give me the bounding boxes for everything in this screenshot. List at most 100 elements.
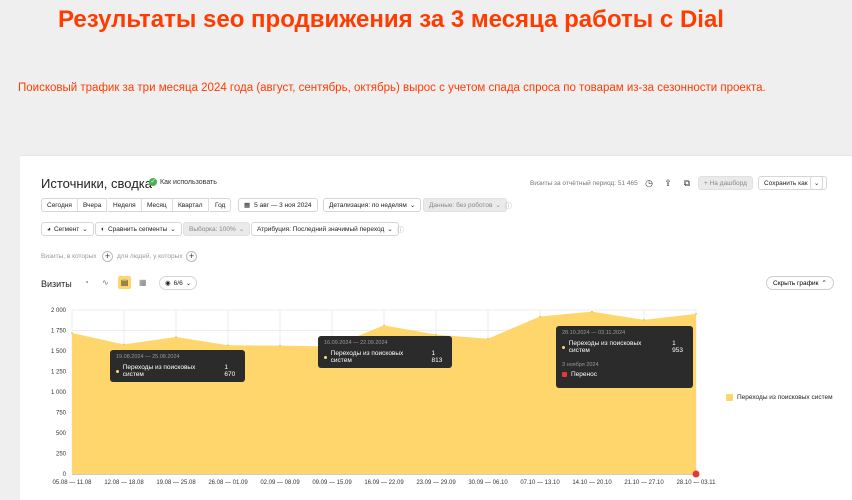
data-point xyxy=(643,319,645,321)
period-year[interactable]: Год xyxy=(210,198,232,212)
data-point xyxy=(591,310,593,313)
x-tick-label: 30.09 — 06.10 xyxy=(468,480,508,486)
data-point xyxy=(279,344,281,347)
howto-link[interactable]: ✓ Как использовать xyxy=(149,178,217,186)
pie-icon: ◕ xyxy=(47,225,51,233)
palette-icon: ◉ xyxy=(165,280,171,287)
data-point xyxy=(695,313,697,315)
robots-dropdown[interactable]: Данные: без роботов ⌄ xyxy=(423,198,507,212)
save-as-label: Сохранить как xyxy=(764,179,808,187)
annotation-marker-icon xyxy=(562,372,567,377)
pie-chart-toggle-icon[interactable]: ◔ xyxy=(84,278,89,287)
series-bullet xyxy=(324,355,327,359)
compare-segments-button[interactable]: ◐ Сравнить сегменты ⌄ xyxy=(95,222,182,236)
clock-icon[interactable]: ◷ xyxy=(642,176,656,190)
metrica-report-card: Источники, сводка ✓ Как использовать Виз… xyxy=(20,155,852,500)
tooltip-note-label: Перенос xyxy=(571,371,597,378)
chevron-down-icon: ⌄ xyxy=(238,226,245,233)
data-point xyxy=(383,324,385,327)
y-tick-label: 1 750 xyxy=(51,329,67,335)
robots-label: Данные: без роботов xyxy=(429,201,493,209)
line-chart-toggle-icon[interactable]: ∿ xyxy=(102,278,109,287)
period-yesterday[interactable]: Вчера xyxy=(78,198,108,212)
data-point xyxy=(71,332,73,334)
data-point xyxy=(123,343,125,346)
x-tick-label: 16.09 — 22.09 xyxy=(364,480,404,486)
add-visit-filter-button[interactable]: + xyxy=(102,251,113,262)
attribution-label: Атрибуция: Последний значимый переход xyxy=(257,225,385,233)
sample-label: Выборка: 100% xyxy=(189,225,236,233)
series-count-button[interactable]: ◉ 6/6 ⌄ xyxy=(159,276,198,290)
export-icon[interactable]: ⇪ xyxy=(661,176,675,190)
tooltip-week-3: 19.08.2024 — 25.08.2024 Переходы из поис… xyxy=(110,350,245,382)
chart-legend[interactable]: Переходы из поисковых систем xyxy=(726,394,833,401)
x-tick-label: 19.08 — 25.08 xyxy=(156,480,196,486)
table-chart-toggle-icon[interactable]: ▦ xyxy=(139,278,147,287)
share-icon-placeholder xyxy=(680,176,694,190)
compare-label: Сравнить сегменты xyxy=(107,225,168,233)
chevron-up-icon: ⌃ xyxy=(821,280,827,287)
legend-label: Переходы из поисковых систем xyxy=(737,394,833,401)
visits-meta: Визиты за отчётный период: 51 465 xyxy=(530,180,638,187)
info-icon[interactable]: ⓘ xyxy=(397,225,404,235)
data-point xyxy=(175,336,177,338)
metric-title: Визиты xyxy=(41,279,72,289)
visits-filter-label: Визиты, в которых xyxy=(41,253,97,260)
area-chart-toggle-icon[interactable]: ▤ xyxy=(118,276,131,289)
sample-dropdown[interactable]: Выборка: 100% ⌄ xyxy=(183,222,251,236)
tooltip-value: 1 813 xyxy=(431,350,443,364)
x-tick-label: 14.10 — 20.10 xyxy=(572,480,612,486)
hide-chart-button[interactable]: Скрыть график ⌃ xyxy=(766,276,834,290)
period-today[interactable]: Сегодня xyxy=(41,198,78,212)
period-quarter[interactable]: Квартал xyxy=(173,198,209,212)
calendar-icon: ▦ xyxy=(244,202,251,209)
segment-label: Сегмент xyxy=(53,225,80,233)
attribution-dropdown[interactable]: Атрибуция: Последний значимый переход ⌄ xyxy=(251,222,399,236)
x-tick-label: 07.10 — 13.10 xyxy=(520,480,560,486)
data-point xyxy=(227,344,229,347)
y-tick-label: 2 000 xyxy=(51,308,67,314)
page-subline: Поисковый трафик за три месяца 2024 года… xyxy=(18,82,766,94)
save-chevron-button[interactable]: ⌄ xyxy=(810,176,824,190)
y-tick-label: 1 500 xyxy=(51,349,67,355)
segment-button[interactable]: ◕ Сегмент ⌄ xyxy=(41,222,94,236)
data-point xyxy=(539,315,541,318)
chevron-down-icon: ⌄ xyxy=(170,226,176,233)
period-week[interactable]: Неделя xyxy=(108,198,142,212)
page-headline: Результаты seo продвижения за 3 месяца р… xyxy=(58,6,724,33)
series-count-label: 6/6 xyxy=(173,279,183,287)
detail-dropdown[interactable]: Детализация: по неделям ⌄ xyxy=(323,198,422,212)
data-point xyxy=(487,337,489,340)
tooltip-label: Переходы из поисковых систем xyxy=(122,364,196,378)
hide-chart-label: Скрыть график xyxy=(773,279,819,287)
y-tick-label: 1 000 xyxy=(51,390,67,396)
y-tick-label: 0 xyxy=(63,472,67,478)
detail-label: Детализация: по неделям xyxy=(329,201,407,209)
chevron-down-icon: ⌄ xyxy=(495,202,501,209)
add-dashboard-button[interactable]: + На дашборд xyxy=(698,176,753,190)
report-title: Источники, сводка xyxy=(41,176,152,191)
x-tick-label: 23.09 — 29.09 xyxy=(416,480,456,486)
date-range-button[interactable]: ▦ 5 авг — 3 ноя 2024 xyxy=(238,198,318,212)
x-tick-label: 12.08 — 18.08 xyxy=(104,480,144,486)
check-icon: ✓ xyxy=(149,178,157,186)
add-people-filter-button[interactable]: + xyxy=(186,251,197,262)
chevron-down-icon: ⌄ xyxy=(387,226,393,233)
people-filter-label: для людей, у которых xyxy=(117,253,183,260)
info-icon[interactable]: ⓘ xyxy=(505,201,512,211)
period-month[interactable]: Месяц xyxy=(142,198,173,212)
y-tick-label: 500 xyxy=(56,431,67,437)
compare-icon: ◐ xyxy=(101,225,105,233)
series-bullet xyxy=(562,345,565,349)
series-bullet xyxy=(116,369,119,373)
tooltip-value: 1 953 xyxy=(672,340,683,354)
legend-swatch xyxy=(726,394,733,401)
tooltip-label: Переходы из поисковых систем xyxy=(330,350,404,364)
y-tick-label: 750 xyxy=(56,411,67,417)
tooltip-value: 1 670 xyxy=(224,364,236,378)
chevron-down-icon: ⌄ xyxy=(82,226,88,233)
howto-label: Как использовать xyxy=(160,178,217,186)
tooltip-week-7: 16.09.2024 — 22.09.2024 Переходы из поис… xyxy=(318,336,452,368)
x-tick-label: 28.10 — 03.11 xyxy=(677,480,717,486)
x-tick-label: 02.09 — 08.09 xyxy=(260,480,300,486)
